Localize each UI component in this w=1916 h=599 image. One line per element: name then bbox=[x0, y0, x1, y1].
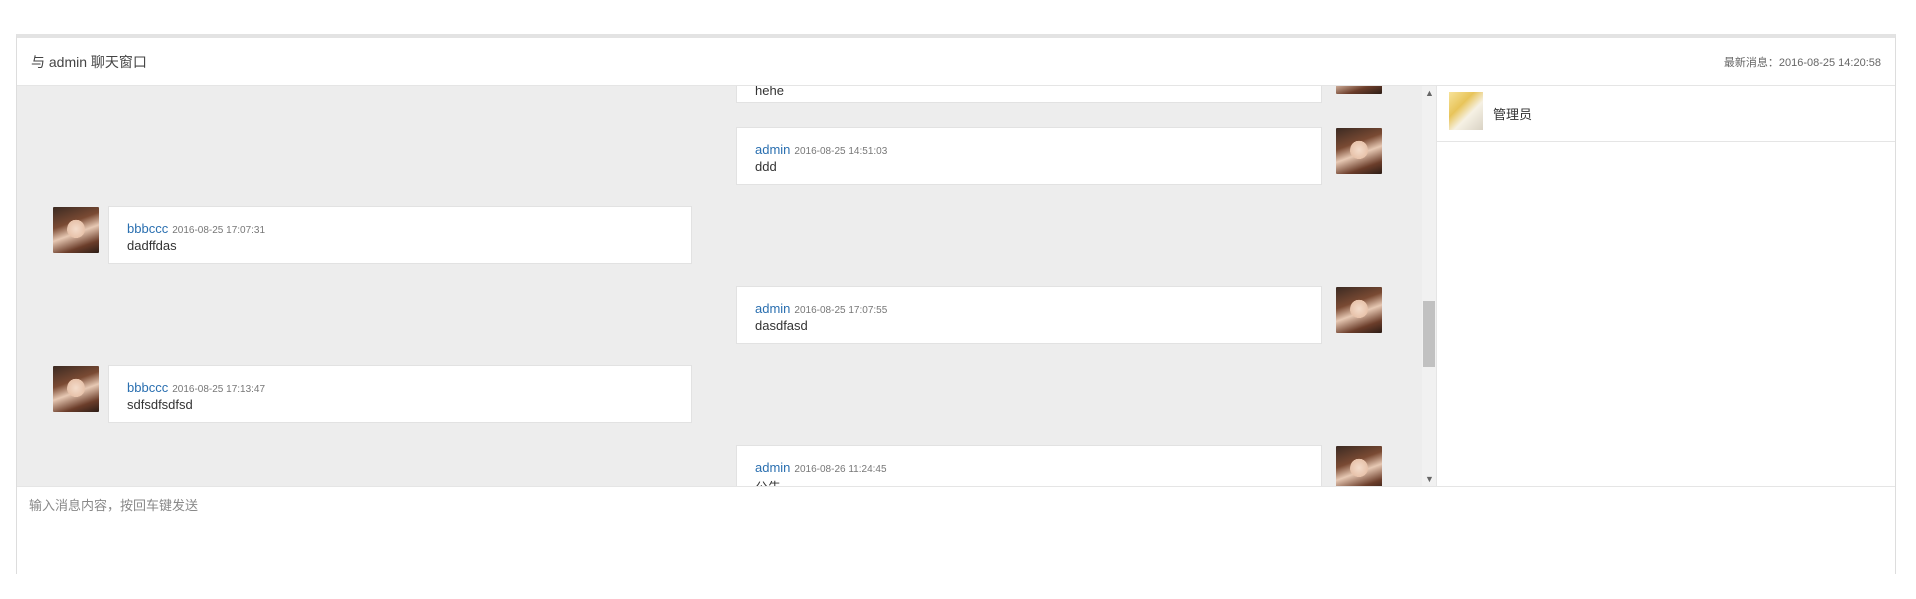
chat-header: 与 admin 聊天窗口 最新消息：2016-08-25 14:20:58 bbox=[17, 38, 1895, 86]
chat-window: 与 admin 聊天窗口 最新消息：2016-08-25 14:20:58 he… bbox=[16, 34, 1896, 574]
avatar bbox=[1336, 446, 1382, 486]
user-name: 管理员 bbox=[1493, 107, 1533, 122]
message-content: 公告 bbox=[755, 477, 781, 486]
scroll-up-icon[interactable]: ▲ bbox=[1425, 88, 1434, 98]
message-input[interactable] bbox=[17, 487, 1895, 574]
message-input-area bbox=[17, 486, 1895, 574]
scroll-thumb[interactable] bbox=[1423, 301, 1435, 367]
message-item: admin 2016-08-26 11:24:45 公告 bbox=[17, 86, 1422, 486]
message-scrollbar[interactable]: ▲ ▼ bbox=[1422, 86, 1436, 486]
message-time: 2016-08-26 11:24:45 bbox=[794, 464, 887, 475]
user-avatar-icon bbox=[1449, 92, 1483, 130]
sender-name[interactable]: admin bbox=[755, 460, 790, 475]
scroll-down-icon[interactable]: ▼ bbox=[1425, 474, 1434, 484]
user-list-item[interactable]: 管理员 bbox=[1437, 86, 1895, 142]
message-bubble: admin 2016-08-26 11:24:45 公告 bbox=[736, 445, 1322, 486]
message-list[interactable]: hehe admin 2016-08-25 14:51:03 ddd bbbccc… bbox=[17, 86, 1422, 486]
chat-title: 与 admin 聊天窗口 bbox=[31, 54, 147, 70]
online-user-list: 管理员 bbox=[1436, 86, 1895, 486]
latest-message-time: 最新消息：2016-08-25 14:20:58 bbox=[1723, 57, 1881, 69]
message-meta: admin 2016-08-26 11:24:45 bbox=[755, 459, 887, 477]
